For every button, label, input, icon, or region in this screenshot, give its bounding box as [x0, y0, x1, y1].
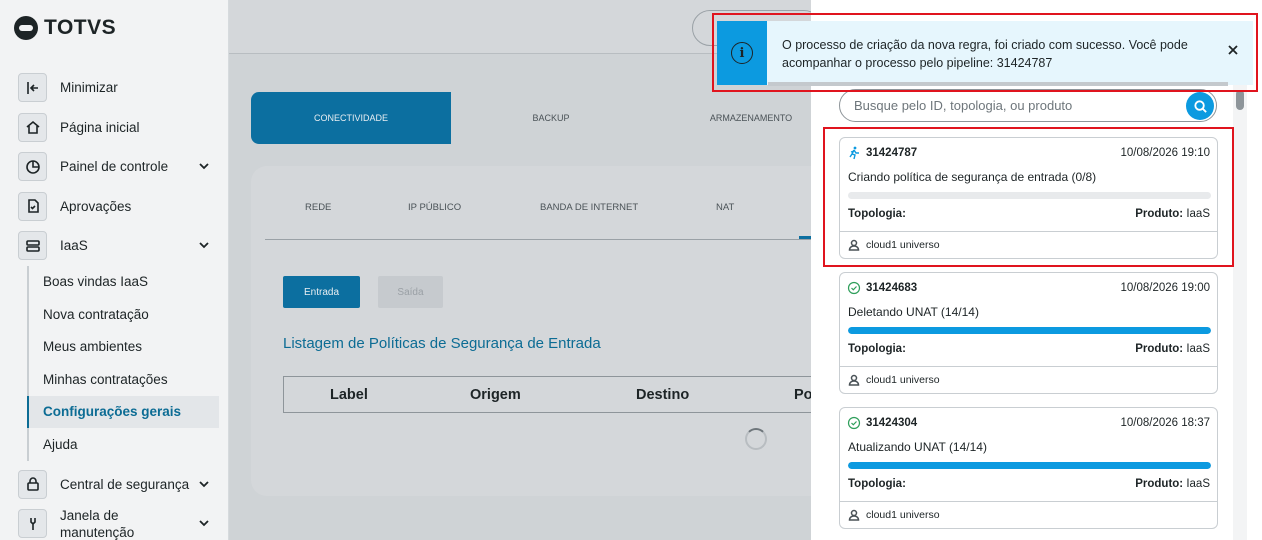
- tab-ip-publico[interactable]: IP PÚBLICO: [408, 202, 461, 213]
- product-field: Produto: IaaS: [1135, 478, 1210, 490]
- tab-rede[interactable]: REDE: [305, 202, 331, 213]
- column-header-label[interactable]: Label: [330, 387, 368, 403]
- pipeline-progress: [848, 462, 1211, 469]
- sidebar-item-aprovacoes[interactable]: Aprovações: [14, 187, 219, 227]
- config-card: REDE IP PÚBLICO BANDA DE INTERNET NAT En…: [251, 166, 851, 496]
- divider: [840, 366, 1217, 367]
- totvs-logo[interactable]: TOTVS: [14, 16, 116, 40]
- submenu-meus-ambientes[interactable]: Meus ambientes: [27, 330, 219, 363]
- sidebar-item-label: Minimizar: [60, 80, 118, 96]
- search-icon: [1193, 99, 1207, 113]
- pipeline-description: Deletando UNAT (14/14): [848, 305, 979, 319]
- sidebar-nav: Minimizar Página inicial Painel de contr…: [14, 68, 219, 540]
- iaas-submenu: Boas vindas IaaS Nova contratação Meus a…: [14, 265, 219, 461]
- home-icon: [18, 112, 47, 142]
- sidebar-item-label: Painel de controle: [60, 159, 169, 175]
- user-icon: [848, 374, 860, 386]
- pipeline-user: cloud1 universo: [848, 374, 940, 386]
- submenu-boas-vindas-iaas[interactable]: Boas vindas IaaS: [27, 265, 219, 298]
- pipeline-progress: [848, 327, 1211, 334]
- panel-scrollbar[interactable]: [1236, 90, 1244, 110]
- chevron-down-icon: [197, 477, 211, 491]
- check-circle-icon: [847, 281, 861, 295]
- saida-button[interactable]: Saída: [378, 276, 443, 308]
- pipeline-user-name: cloud1 universo: [866, 509, 940, 521]
- server-icon: [18, 231, 47, 261]
- product-value: IaaS: [1186, 343, 1210, 355]
- pipeline-id: 31424304: [866, 417, 918, 429]
- wrench-icon: [18, 509, 47, 539]
- column-header-origem[interactable]: Origem: [470, 387, 521, 403]
- tab-backup[interactable]: BACKUP: [451, 92, 651, 144]
- chevron-down-icon: [197, 516, 211, 530]
- highlight-box: [823, 127, 1234, 267]
- divider: [840, 501, 1217, 502]
- connectivity-subtabs: REDE IP PÚBLICO BANDA DE INTERNET NAT: [265, 196, 845, 240]
- pipeline-date: 10/08/2026 19:00: [1120, 282, 1210, 294]
- pipeline-id: 31424683: [866, 282, 918, 294]
- submenu-minhas-contratacoes[interactable]: Minhas contratações: [27, 363, 219, 396]
- column-header-destino[interactable]: Destino: [636, 387, 689, 403]
- product-field: Produto: IaaS: [1135, 343, 1210, 355]
- sidebar-item-label: Janela de manutenção: [60, 507, 135, 540]
- brand-name: TOTVS: [44, 16, 117, 39]
- column-header-porta[interactable]: Po: [794, 387, 813, 403]
- pipeline-card[interactable]: 31424304 10/08/2026 18:37 Atualizando UN…: [839, 407, 1218, 529]
- policies-table-header: Label Origem Destino Po: [283, 376, 851, 413]
- sidebar-item-label: Aprovações: [60, 198, 132, 214]
- tab-conectividade[interactable]: CONECTIVIDADE: [251, 92, 451, 144]
- sidebar-item-iaas[interactable]: IaaS: [14, 226, 219, 266]
- submenu-ajuda[interactable]: Ajuda: [27, 428, 219, 461]
- entrada-button[interactable]: Entrada: [283, 276, 360, 308]
- pipeline-user-name: cloud1 universo: [866, 374, 940, 386]
- sidebar-item-central-de-seguranca[interactable]: Central de segurança: [14, 465, 219, 505]
- totvs-logo-icon: [14, 16, 38, 40]
- pie-chart-icon: [18, 152, 47, 182]
- sidebar-item-janela-de-manutencao[interactable]: Janela de manutenção: [14, 504, 219, 540]
- pipeline-user: cloud1 universo: [848, 509, 940, 521]
- pipeline-search: [839, 89, 1217, 122]
- list-title: Listagem de Políticas de Segurança de En…: [283, 335, 601, 352]
- sidebar: TOTVS Minimizar Página inicial Painel de…: [0, 0, 229, 540]
- document-check-icon: [18, 191, 47, 221]
- chevron-down-icon: [197, 159, 211, 173]
- chevron-down-icon: [197, 238, 211, 252]
- collapse-icon: [18, 73, 47, 103]
- sidebar-item-pagina-inicial[interactable]: Página inicial: [14, 108, 219, 148]
- sidebar-item-label: IaaS: [60, 238, 88, 254]
- sidebar-item-minimizar[interactable]: Minimizar: [14, 68, 219, 108]
- topology-label: Topologia:: [848, 478, 906, 490]
- product-label: Produto:: [1135, 343, 1184, 355]
- pipeline-date: 10/08/2026 18:37: [1120, 417, 1210, 429]
- search-button[interactable]: [1186, 92, 1214, 120]
- pipeline-card[interactable]: 31424683 10/08/2026 19:00 Deletando UNAT…: [839, 272, 1218, 394]
- product-label: Produto:: [1135, 478, 1184, 490]
- tab-nat[interactable]: NAT: [716, 202, 734, 213]
- topology-label: Topologia:: [848, 343, 906, 355]
- lock-icon: [18, 469, 47, 499]
- pipeline-description: Atualizando UNAT (14/14): [848, 440, 987, 454]
- sidebar-item-label: Central de segurança: [60, 476, 190, 492]
- tab-banda-de-internet[interactable]: BANDA DE INTERNET: [540, 202, 638, 213]
- highlight-box: [712, 13, 1258, 92]
- sidebar-item-painel-de-controle[interactable]: Painel de controle: [14, 147, 219, 187]
- pipeline-search-input[interactable]: [854, 98, 1174, 113]
- sidebar-item-label: Página inicial: [60, 119, 140, 135]
- submenu-nova-contratacao[interactable]: Nova contratação: [27, 298, 219, 331]
- loading-spinner: [745, 428, 767, 450]
- check-circle-icon: [847, 416, 861, 430]
- product-value: IaaS: [1186, 478, 1210, 490]
- user-icon: [848, 509, 860, 521]
- submenu-configuracoes-gerais[interactable]: Configurações gerais: [27, 395, 219, 428]
- category-tabs: CONECTIVIDADE BACKUP ARMAZENAMENTO: [251, 92, 851, 144]
